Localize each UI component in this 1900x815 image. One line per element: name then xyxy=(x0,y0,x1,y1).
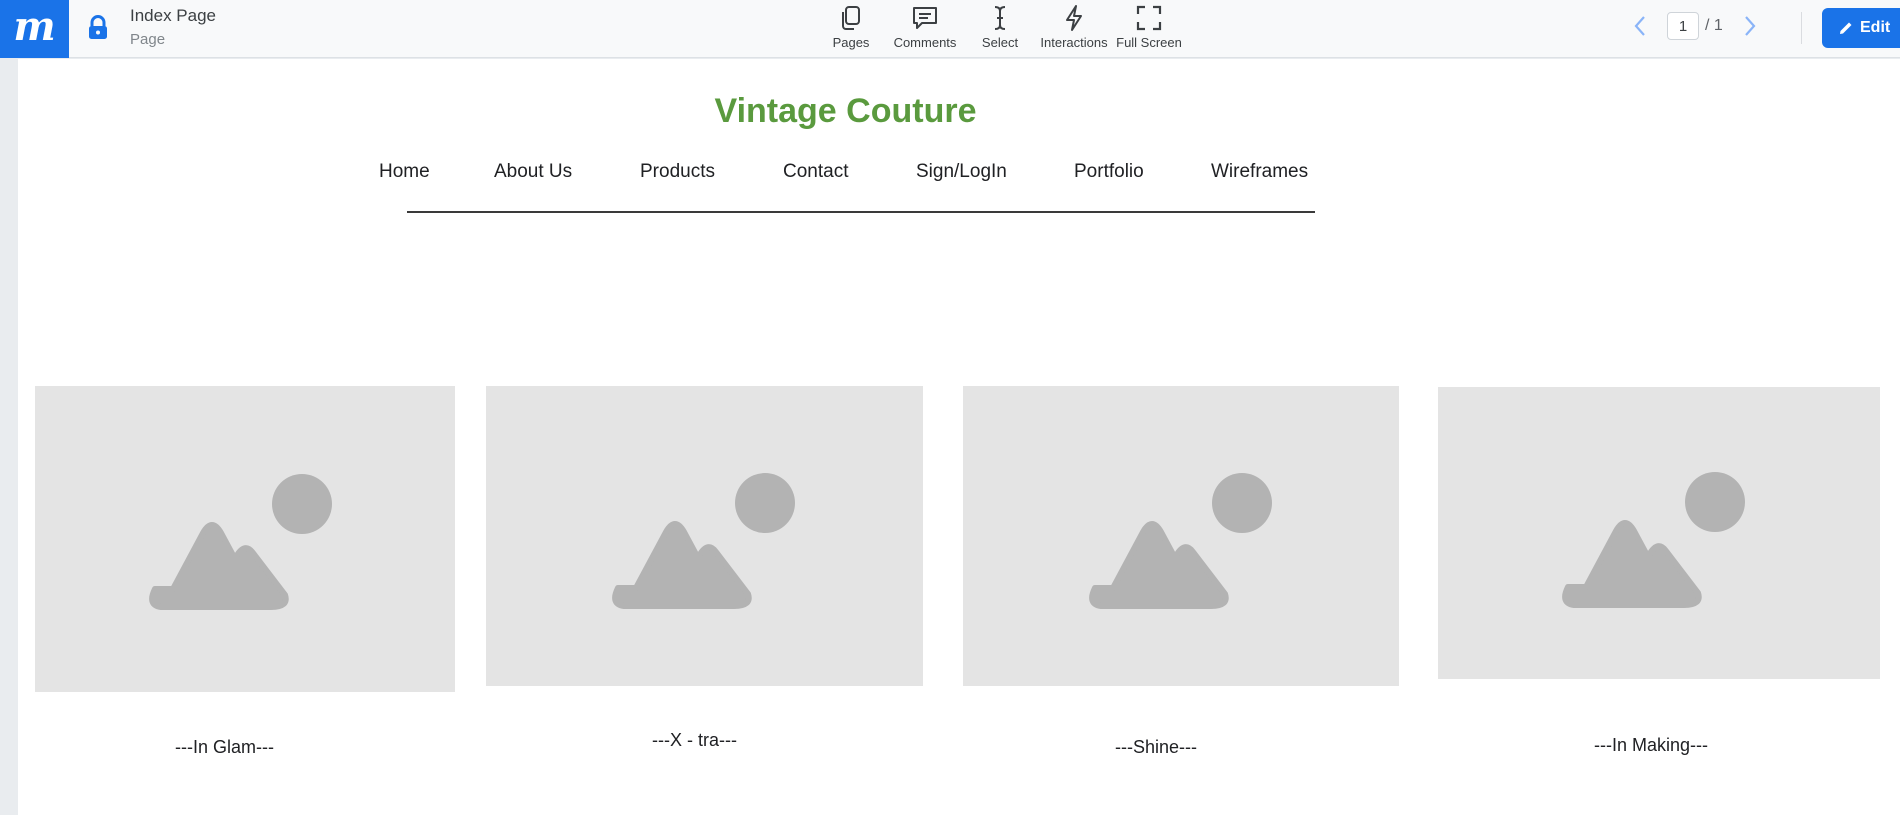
card-caption-in-glam: ---In Glam--- xyxy=(175,737,274,757)
nav-wireframes[interactable]: Wireframes xyxy=(1211,161,1308,183)
card-caption-shine: ---Shine--- xyxy=(1115,737,1198,757)
card-image-in-making[interactable] xyxy=(1438,387,1880,679)
previous-page-button[interactable] xyxy=(1625,11,1655,41)
pages-label: Pages xyxy=(832,35,870,50)
card-image-x-tra[interactable] xyxy=(486,386,923,686)
card-image-shine[interactable] xyxy=(963,386,1399,686)
pages-button[interactable]: Pages xyxy=(813,0,889,58)
nav-home[interactable]: Home xyxy=(379,161,430,183)
site-nav: Home About Us Products Contact Sign/LogI… xyxy=(18,161,1900,191)
page-number-input[interactable]: 1 xyxy=(1667,12,1699,40)
edit-label: Edit xyxy=(1860,19,1891,36)
interactions-button[interactable]: Interactions xyxy=(1036,0,1112,58)
toolbar-divider xyxy=(1801,12,1802,44)
app-logo[interactable]: m xyxy=(0,0,69,58)
card-caption-in-making: ---In Making--- xyxy=(1594,735,1709,755)
nav-contact[interactable]: Contact xyxy=(783,161,848,183)
app-logo-letter: m xyxy=(13,3,56,50)
nav-sign-login[interactable]: Sign/LogIn xyxy=(916,161,1007,183)
page-total: / 1 xyxy=(1705,17,1723,34)
image-placeholder-icon xyxy=(1562,472,1745,608)
comment-icon xyxy=(913,7,937,29)
top-toolbar: m Index Page Page Pages Comments Select … xyxy=(0,0,1900,58)
fullscreen-button[interactable]: Full Screen xyxy=(1111,0,1187,58)
interactions-label: Interactions xyxy=(1040,35,1108,50)
lock-icon[interactable] xyxy=(86,15,110,41)
text-cursor-icon xyxy=(994,6,1006,30)
prototype-canvas: Vintage Couture Home About Us Products C… xyxy=(18,59,1900,815)
page-subtitle: Page xyxy=(130,31,166,48)
page-pager: 1 / 1 xyxy=(1625,11,1765,41)
edit-button[interactable]: Edit xyxy=(1822,8,1900,48)
nav-products[interactable]: Products xyxy=(640,161,715,183)
select-button[interactable]: Select xyxy=(962,0,1038,58)
pages-icon xyxy=(842,6,860,30)
lightning-icon xyxy=(1066,5,1082,31)
card-image-in-glam[interactable] xyxy=(35,386,455,692)
comments-label: Comments xyxy=(893,35,957,50)
nav-about-us[interactable]: About Us xyxy=(494,161,572,183)
site-title: Vintage Couture xyxy=(714,92,977,130)
chevron-left-icon xyxy=(1634,16,1645,36)
select-label: Select xyxy=(981,35,1019,50)
comments-button[interactable]: Comments xyxy=(887,0,963,58)
page-title: Index Page xyxy=(130,6,217,25)
nav-portfolio[interactable]: Portfolio xyxy=(1074,161,1144,183)
pencil-icon xyxy=(1840,22,1852,34)
nav-divider xyxy=(407,211,1315,213)
chevron-right-icon xyxy=(1744,16,1756,36)
fullscreen-icon xyxy=(1136,5,1162,31)
fullscreen-label: Full Screen xyxy=(1116,35,1182,50)
next-page-button[interactable] xyxy=(1735,11,1765,41)
image-placeholder-icon xyxy=(149,474,332,610)
page-title-block: Index Page Page xyxy=(130,6,216,48)
image-placeholder-icon xyxy=(612,473,795,609)
card-caption-x-tra: ---X - tra--- xyxy=(652,730,737,750)
image-placeholder-icon xyxy=(1089,473,1272,609)
